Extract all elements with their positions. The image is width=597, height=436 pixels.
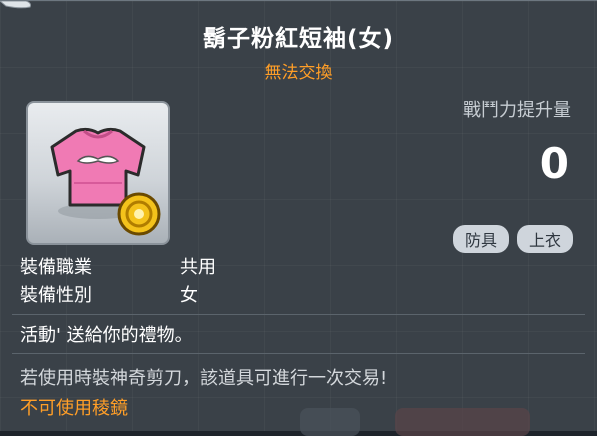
requirement-job: 裝備職業 共用	[20, 253, 216, 279]
requirement-job-label: 裝備職業	[20, 257, 92, 278]
item-description: 活動' 送給你的禮物。	[20, 325, 193, 346]
scroll-corner-icon	[0, 1, 31, 9]
divider	[12, 353, 585, 354]
trade-status: 無法交換	[264, 63, 333, 83]
item-icon-frame	[26, 101, 170, 245]
item-name: 鬍子粉紅短袖(女)	[202, 26, 395, 52]
tag-top: 上衣	[516, 225, 573, 253]
power-increase-value: 0	[539, 139, 569, 188]
footer-button	[395, 408, 530, 436]
scissors-note: 若使用時裝神奇剪刀，該道具可進行一次交易!	[20, 368, 388, 389]
requirement-gender-label: 裝備性別	[20, 285, 92, 306]
requirement-gender-value: 女	[180, 285, 198, 306]
item-tags: 防具 上衣	[452, 225, 573, 253]
tag-armor: 防具	[452, 225, 509, 253]
power-increase-label: 戰鬥力提升量	[463, 100, 571, 121]
prism-note: 不可使用稜鏡	[20, 398, 128, 419]
footer-button	[300, 408, 360, 436]
divider	[12, 314, 585, 315]
item-tooltip: 鬍子粉紅短袖(女) 無法交換 戰鬥力提升量 0 防具 上衣 裝備職業 共用 裝備性…	[0, 0, 597, 436]
gold-coin-icon	[117, 192, 161, 236]
requirement-gender: 裝備性別 女	[20, 281, 198, 307]
requirement-job-value: 共用	[180, 257, 216, 278]
